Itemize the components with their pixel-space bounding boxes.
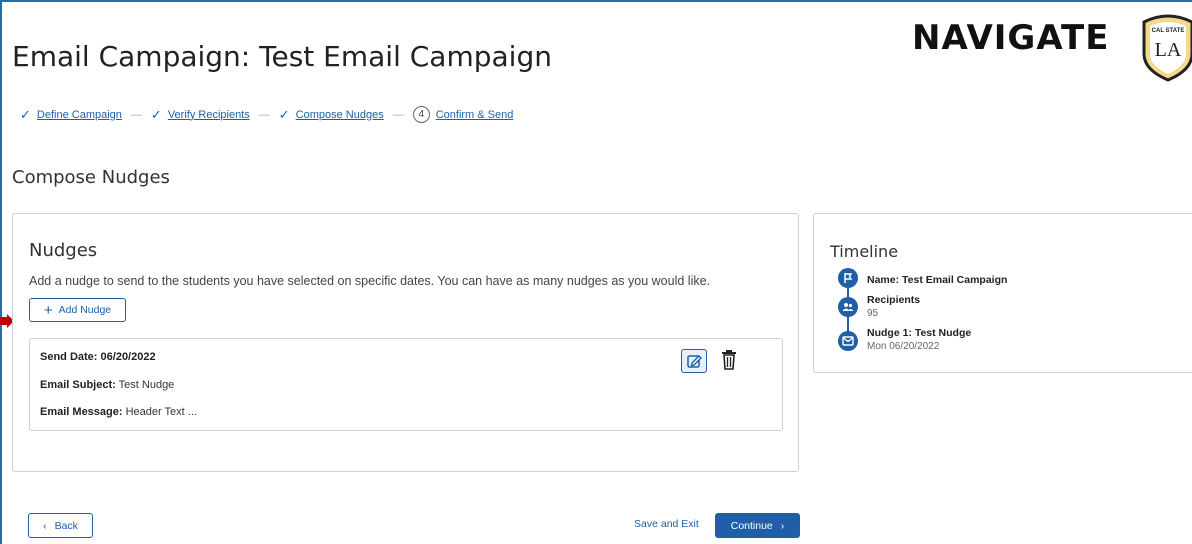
message-value: Header Text ...: [125, 406, 197, 418]
timeline-title: Timeline: [830, 242, 899, 261]
step-separator: —: [130, 108, 142, 121]
edit-nudge-button[interactable]: [681, 349, 707, 373]
save-and-exit-link[interactable]: Save and Exit: [634, 518, 699, 530]
plus-icon: +: [43, 301, 53, 319]
navigate-logo: NAVIGATE: [912, 18, 1110, 58]
recipients-count: 95: [867, 308, 879, 319]
step-verify-recipients[interactable]: ✓ Verify Recipients: [151, 107, 250, 123]
page-title: Email Campaign: Test Email Campaign: [12, 40, 552, 73]
check-icon: ✓: [278, 106, 290, 122]
nudge-email-subject: Email Subject: Test Nudge: [40, 379, 174, 391]
nudge-email-message: Email Message: Header Text ...: [40, 406, 197, 418]
step-label: Verify Recipients: [167, 108, 250, 121]
step-define-campaign[interactable]: ✓ Define Campaign: [20, 107, 122, 123]
section-title: Compose Nudges: [12, 167, 170, 188]
check-icon: ✓: [150, 106, 162, 122]
timeline-item-recipients: Recipients: [867, 294, 921, 306]
nudges-description: Add a nudge to send to the students you …: [29, 274, 711, 288]
message-label: Email Message:: [40, 406, 123, 418]
flag-icon: [838, 268, 858, 288]
nudge-card: Send Date: 06/20/2022 Email Subject: Tes…: [29, 338, 783, 431]
chevron-left-icon: ‹: [43, 519, 47, 532]
subject-label: Email Subject:: [40, 379, 116, 391]
step-separator: —: [392, 108, 404, 121]
chevron-right-icon: ›: [780, 519, 785, 532]
nudge-date: Mon 06/20/2022: [867, 341, 940, 352]
back-label: Back: [54, 519, 78, 532]
send-date-value: 06/20/2022: [100, 351, 156, 363]
mail-icon: [838, 331, 858, 351]
subject-value: Test Nudge: [118, 379, 175, 391]
cal-state-la-badge: CAL STATE LA: [1142, 14, 1192, 82]
nudge-send-date: Send Date: 06/20/2022: [40, 351, 156, 363]
step-label: Define Campaign: [36, 108, 122, 121]
step-label: Confirm & Send: [435, 108, 514, 121]
edit-icon: [687, 355, 702, 368]
back-button[interactable]: ‹ Back: [28, 513, 93, 538]
timeline-item-nudge: Nudge 1: Test Nudge: [867, 327, 972, 339]
campaign-stepper: ✓ Define Campaign — ✓ Verify Recipients …: [20, 106, 513, 123]
step-label: Compose Nudges: [295, 108, 384, 121]
delete-nudge-trash-icon[interactable]: [720, 349, 738, 371]
step-number-badge: 4: [412, 106, 430, 123]
continue-label: Continue: [730, 519, 773, 532]
continue-button[interactable]: Continue ›: [715, 513, 800, 538]
step-compose-nudges[interactable]: ✓ Compose Nudges: [279, 107, 384, 123]
send-date-label: Send Date:: [40, 351, 98, 363]
nudges-title: Nudges: [29, 240, 98, 261]
badge-main-text: LA: [1155, 39, 1182, 61]
timeline-item-name: Name: Test Email Campaign: [867, 274, 1008, 286]
add-nudge-label: Add Nudge: [58, 304, 112, 316]
add-nudge-button[interactable]: + Add Nudge: [29, 298, 126, 322]
step-confirm-send[interactable]: 4 Confirm & Send: [412, 106, 514, 123]
people-icon: [838, 297, 858, 317]
badge-top-text: CAL STATE: [1152, 28, 1185, 34]
timeline-panel: Timeline Name: Test Email Campaign Recip…: [813, 213, 1192, 373]
check-icon: ✓: [20, 106, 31, 122]
nudges-panel: Nudges Add a nudge to send to the studen…: [12, 213, 799, 472]
step-separator: —: [258, 108, 270, 121]
